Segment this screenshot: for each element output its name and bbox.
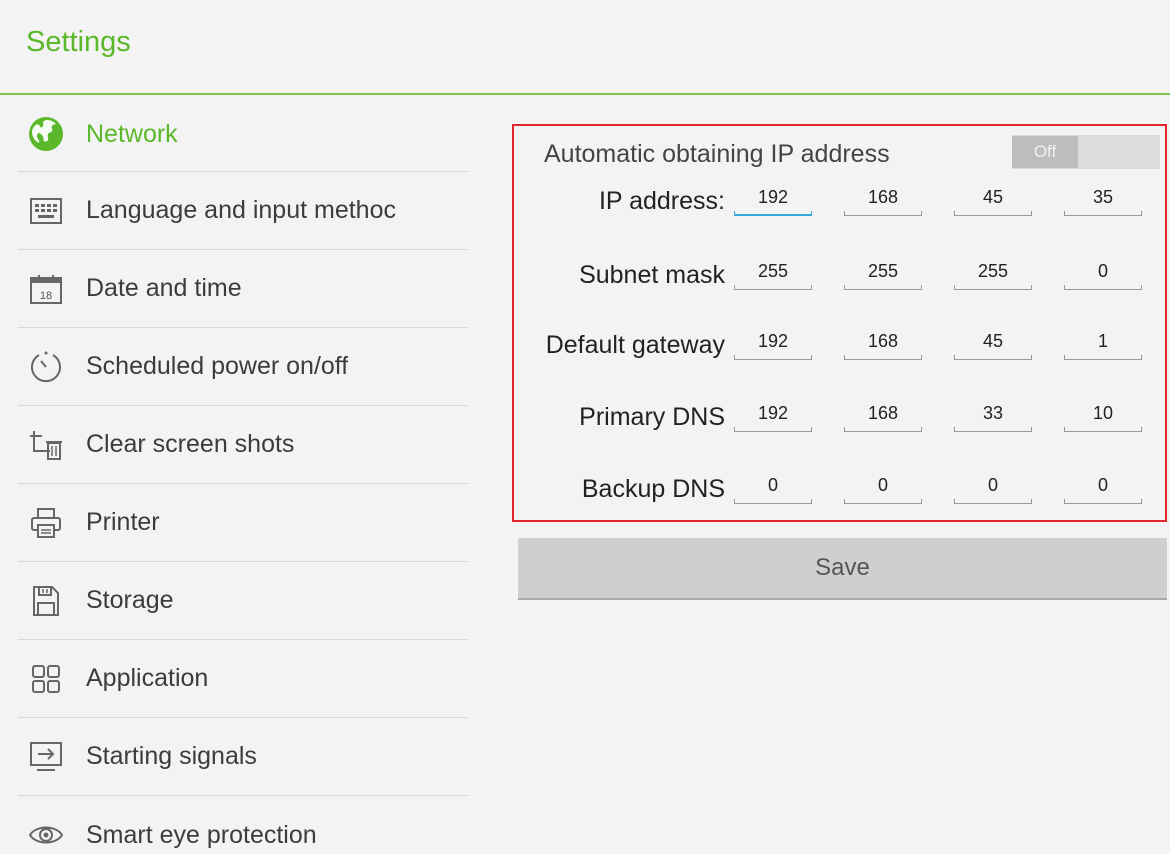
sidebar-item-label: Printer bbox=[86, 508, 160, 536]
sidebar-item-label: Application bbox=[86, 664, 209, 692]
apps-grid-icon bbox=[28, 661, 64, 697]
calendar-icon: 18 bbox=[28, 271, 64, 307]
ip-octet-4[interactable]: 35 bbox=[1064, 176, 1142, 216]
subnet-mask-label: Subnet mask bbox=[579, 261, 725, 289]
backup-dns-label: Backup DNS bbox=[581, 475, 725, 503]
backup-dns-row: Backup DNS 0 0 0 0 bbox=[514, 464, 1169, 516]
storage-icon bbox=[28, 583, 64, 619]
network-settings-panel: Automatic obtaining IP address Off IP ad… bbox=[512, 124, 1167, 522]
ip-address-label: IP address: bbox=[598, 187, 725, 215]
primary-dns-octet-2[interactable]: 168 bbox=[844, 392, 922, 432]
subnet-mask-row: Subnet mask 255 255 255 0 bbox=[514, 250, 1169, 302]
gateway-octet-3[interactable]: 45 bbox=[954, 320, 1032, 360]
sidebar-item-language[interactable]: Language and input methoc bbox=[18, 172, 468, 250]
svg-text:18: 18 bbox=[40, 290, 52, 302]
primary-dns-octet-4[interactable]: 10 bbox=[1064, 392, 1142, 432]
backup-dns-octet-3[interactable]: 0 bbox=[954, 464, 1032, 504]
auto-ip-label: Automatic obtaining IP address bbox=[544, 140, 890, 168]
auto-ip-toggle[interactable]: Off bbox=[1012, 135, 1160, 169]
gateway-octet-2[interactable]: 168 bbox=[844, 320, 922, 360]
input-signal-icon bbox=[28, 739, 64, 775]
sidebar-item-printer[interactable]: Printer bbox=[18, 484, 468, 562]
sidebar-item-label: Network bbox=[86, 119, 178, 148]
primary-dns-row: Primary DNS 192 168 33 10 bbox=[514, 392, 1169, 444]
sidebar-item-application[interactable]: Application bbox=[18, 640, 468, 718]
subnet-octet-1[interactable]: 255 bbox=[734, 250, 812, 290]
sidebar-item-label: Smart eye protection bbox=[86, 820, 317, 849]
sidebar-item-scheduled-power[interactable]: Scheduled power on/off bbox=[18, 328, 468, 406]
default-gateway-label: Default gateway bbox=[545, 331, 725, 359]
sidebar-item-label: Storage bbox=[86, 586, 174, 614]
sidebar-item-starting-signals[interactable]: Starting signals bbox=[18, 718, 468, 796]
sidebar-item-label: Scheduled power on/off bbox=[86, 352, 349, 380]
sidebar-item-clear-screenshots[interactable]: Clear screen shots bbox=[18, 406, 468, 484]
crop-trash-icon bbox=[28, 427, 64, 463]
sidebar-item-network[interactable]: Network bbox=[18, 97, 468, 172]
subnet-octet-3[interactable]: 255 bbox=[954, 250, 1032, 290]
ip-address-row: IP address: 192 168 45 35 bbox=[514, 176, 1169, 228]
sidebar-item-date-time[interactable]: 18 Date and time bbox=[18, 250, 468, 328]
toggle-knob: Off bbox=[1012, 136, 1078, 168]
sidebar-item-label: Date and time bbox=[86, 274, 242, 302]
sidebar-item-label: Clear screen shots bbox=[86, 430, 295, 458]
ip-octet-1[interactable]: 192 bbox=[734, 176, 812, 216]
backup-dns-octet-1[interactable]: 0 bbox=[734, 464, 812, 504]
subnet-octet-4[interactable]: 0 bbox=[1064, 250, 1142, 290]
sidebar: Network Language and input methoc 18 Dat… bbox=[18, 97, 468, 854]
keyboard-icon bbox=[28, 193, 64, 229]
timer-icon bbox=[28, 349, 64, 385]
gateway-octet-4[interactable]: 1 bbox=[1064, 320, 1142, 360]
sidebar-item-smart-eye[interactable]: Smart eye protection bbox=[18, 796, 468, 854]
gateway-octet-1[interactable]: 192 bbox=[734, 320, 812, 360]
sidebar-item-label: Starting signals bbox=[86, 742, 257, 770]
eye-icon bbox=[28, 817, 64, 853]
sidebar-item-storage[interactable]: Storage bbox=[18, 562, 468, 640]
sidebar-item-label: Language and input methoc bbox=[86, 196, 396, 224]
page-title: Settings bbox=[26, 26, 131, 58]
save-button[interactable]: Save bbox=[518, 538, 1167, 600]
globe-icon bbox=[28, 116, 64, 152]
subnet-octet-2[interactable]: 255 bbox=[844, 250, 922, 290]
default-gateway-row: Default gateway 192 168 45 1 bbox=[514, 320, 1169, 372]
primary-dns-octet-1[interactable]: 192 bbox=[734, 392, 812, 432]
primary-dns-label: Primary DNS bbox=[579, 403, 725, 431]
ip-octet-3[interactable]: 45 bbox=[954, 176, 1032, 216]
header-bar: Settings bbox=[0, 0, 1170, 95]
primary-dns-octet-3[interactable]: 33 bbox=[954, 392, 1032, 432]
ip-octet-2[interactable]: 168 bbox=[844, 176, 922, 216]
printer-icon bbox=[28, 505, 64, 541]
backup-dns-octet-2[interactable]: 0 bbox=[844, 464, 922, 504]
backup-dns-octet-4[interactable]: 0 bbox=[1064, 464, 1142, 504]
